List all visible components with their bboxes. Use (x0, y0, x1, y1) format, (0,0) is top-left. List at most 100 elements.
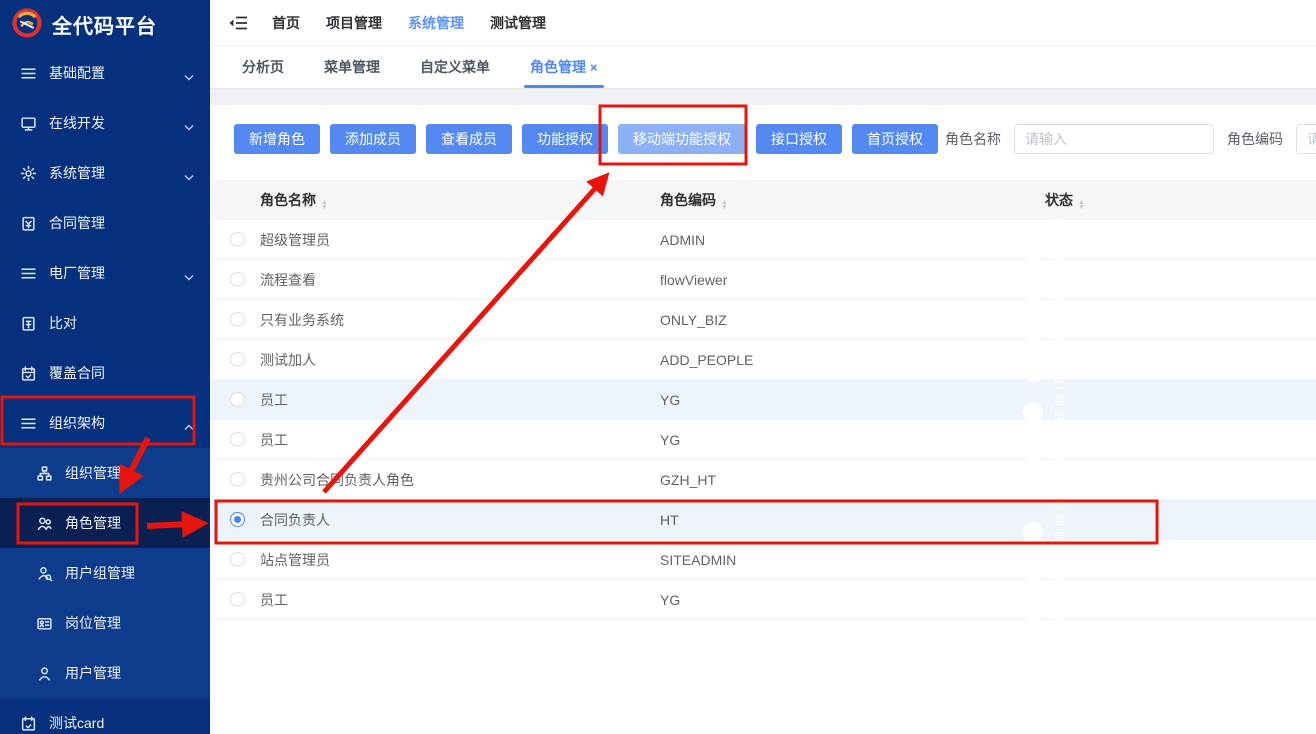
toggle-knob (1023, 402, 1043, 422)
table-row[interactable]: 员工 YG 已启用 (210, 580, 1316, 620)
toggle-knob (1023, 442, 1043, 462)
table-row[interactable]: 超级管理员 ADMIN 已启用 (210, 220, 1316, 260)
logo-swirl-icon (12, 8, 42, 41)
users-icon (36, 515, 53, 532)
chevron-down-icon (184, 68, 194, 84)
role-code-cell: ADMIN (660, 232, 1045, 248)
row-radio[interactable] (230, 352, 245, 367)
nav-item-test-mgmt[interactable]: 测试管理 (490, 13, 546, 33)
sidebar-item-label: 组织管理 (65, 463, 121, 483)
row-radio[interactable] (230, 432, 245, 447)
row-radio[interactable] (230, 592, 245, 607)
row-radio[interactable] (230, 312, 245, 327)
nav-item-home[interactable]: 首页 (272, 13, 300, 33)
monitor-icon (20, 115, 37, 132)
nav-item-system-mgmt[interactable]: 系统管理 (408, 13, 464, 33)
row-radio[interactable] (230, 472, 245, 487)
table-row[interactable]: 只有业务系统 ONLY_BIZ 已启用 (210, 300, 1316, 340)
table-row[interactable]: 员工 YG 已启用 (210, 380, 1316, 420)
sitemap-icon (36, 465, 53, 482)
chevron-up-icon (184, 418, 194, 434)
api-auth-button[interactable]: 接口授权 (756, 124, 842, 154)
table-row[interactable]: 贵州公司合同负责人角色 GZH_HT 已启用 (210, 460, 1316, 500)
sidebar-item-user-mgmt[interactable]: 用户管理 (0, 648, 210, 698)
tab-menu-mgmt[interactable]: 菜单管理 (304, 46, 400, 88)
filter-bar: 角色名称 角色编码 (945, 124, 1316, 154)
calendar-icon (20, 365, 37, 382)
sidebar-item-post-mgmt[interactable]: 岗位管理 (0, 598, 210, 648)
list-icon (20, 65, 37, 82)
role-name-cell: 贵州公司合同负责人角色 (260, 470, 660, 490)
sidebar-submenu-org: 组织管理 角色管理 用户组管理 岗位管理 用户管理 (0, 448, 210, 698)
sidebar-item-role-mgmt[interactable]: 角色管理 (0, 498, 210, 548)
sidebar-item-plant-mgmt[interactable]: 电厂管理 (0, 248, 210, 298)
sidebar-item-compare[interactable]: 比对 (0, 298, 210, 348)
tab-role-mgmt[interactable]: 角色管理 × (510, 46, 618, 88)
row-radio[interactable] (230, 272, 245, 287)
sidebar-item-label: 比对 (49, 313, 77, 333)
table-row[interactable]: 测试加人 ADD_PEOPLE 已启用 (210, 340, 1316, 380)
sidebar-item-label: 角色管理 (65, 513, 121, 533)
sidebar-item-label: 电厂管理 (49, 263, 105, 283)
role-name-input[interactable] (1014, 124, 1214, 154)
calendar-icon (20, 715, 37, 732)
role-name-cell: 员工 (260, 430, 660, 450)
sidebar-item-label: 组织架构 (49, 413, 105, 433)
row-radio[interactable] (230, 232, 245, 247)
table-row[interactable]: 员工 YG 已启用 (210, 420, 1316, 460)
user-search-icon (36, 565, 53, 582)
row-radio[interactable] (230, 392, 245, 407)
contract-icon (20, 215, 37, 232)
role-name-cell: 流程查看 (260, 270, 660, 290)
sidebar-item-online-dev[interactable]: 在线开发 (0, 98, 210, 148)
view-members-button[interactable]: 查看成员 (426, 124, 512, 154)
sidebar: 全代码平台 基础配置 在线开发 系统管理 合同管理 电厂管理 比 (0, 0, 210, 734)
compare-icon (20, 315, 37, 332)
sidebar-item-contract-mgmt[interactable]: 合同管理 (0, 198, 210, 248)
sidebar-item-cover-contract[interactable]: 覆盖合同 (0, 348, 210, 398)
table-row[interactable]: 站点管理员 SITEADMIN 已启用 (210, 540, 1316, 580)
close-icon[interactable]: × (590, 60, 598, 75)
role-name-cell: 超级管理员 (260, 230, 660, 250)
tab-custom-menu[interactable]: 自定义菜单 (400, 46, 510, 88)
sidebar-item-system-mgmt[interactable]: 系统管理 (0, 148, 210, 198)
table-row[interactable]: 流程查看 flowViewer 已启用 (210, 260, 1316, 300)
function-auth-button[interactable]: 功能授权 (522, 124, 608, 154)
role-code-cell: HT (660, 512, 1045, 528)
role-code-cell: ADD_PEOPLE (660, 352, 1045, 368)
sidebar-item-user-group-mgmt[interactable]: 用户组管理 (0, 548, 210, 598)
gear-icon (20, 165, 37, 182)
add-role-button[interactable]: 新增角色 (234, 124, 320, 154)
column-header-status[interactable]: 状态▲▼ (1045, 190, 1316, 210)
column-header-role-code[interactable]: 角色编码▲▼ (660, 190, 1045, 210)
sidebar-item-org-structure[interactable]: 组织架构 (0, 398, 210, 448)
sidebar-item-test-card[interactable]: 测试card (0, 698, 210, 734)
sidebar-item-label: 岗位管理 (65, 613, 121, 633)
mobile-function-auth-button[interactable]: 移动端功能授权 (618, 124, 746, 154)
sort-caret-icon[interactable]: ▲▼ (1078, 200, 1085, 210)
toggle-knob (1023, 562, 1043, 582)
table-header-row: 角色名称▲▼ 角色编码▲▼ 状态▲▼ (210, 180, 1316, 220)
app-title: 全代码平台 (52, 10, 157, 39)
toggle-knob (1023, 242, 1043, 262)
row-radio[interactable] (230, 552, 245, 567)
add-member-button[interactable]: 添加成员 (330, 124, 416, 154)
tab-analysis[interactable]: 分析页 (222, 46, 304, 88)
menu-fold-icon[interactable] (228, 13, 248, 33)
table-row-selected[interactable]: 合同负责人 HT 已启用 (210, 500, 1316, 540)
role-code-input[interactable] (1296, 124, 1316, 154)
row-radio-selected[interactable] (230, 512, 245, 527)
toggle-knob (1023, 282, 1043, 302)
main-area: 首页 项目管理 系统管理 测试管理 分析页 菜单管理 自定义菜单 角色管理 × … (210, 0, 1316, 734)
column-header-role-name[interactable]: 角色名称▲▼ (260, 190, 660, 210)
sidebar-item-org-mgmt[interactable]: 组织管理 (0, 448, 210, 498)
sort-caret-icon[interactable]: ▲▼ (721, 200, 728, 210)
homepage-auth-button[interactable]: 首页授权 (852, 124, 938, 154)
sidebar-item-base-config[interactable]: 基础配置 (0, 48, 210, 98)
top-navbar: 首页 项目管理 系统管理 测试管理 (210, 0, 1316, 46)
toggle-knob (1023, 362, 1043, 382)
sidebar-item-label: 合同管理 (49, 213, 105, 233)
sort-caret-icon[interactable]: ▲▼ (321, 200, 328, 210)
nav-item-project-mgmt[interactable]: 项目管理 (326, 13, 382, 33)
toggle-knob (1023, 602, 1043, 622)
